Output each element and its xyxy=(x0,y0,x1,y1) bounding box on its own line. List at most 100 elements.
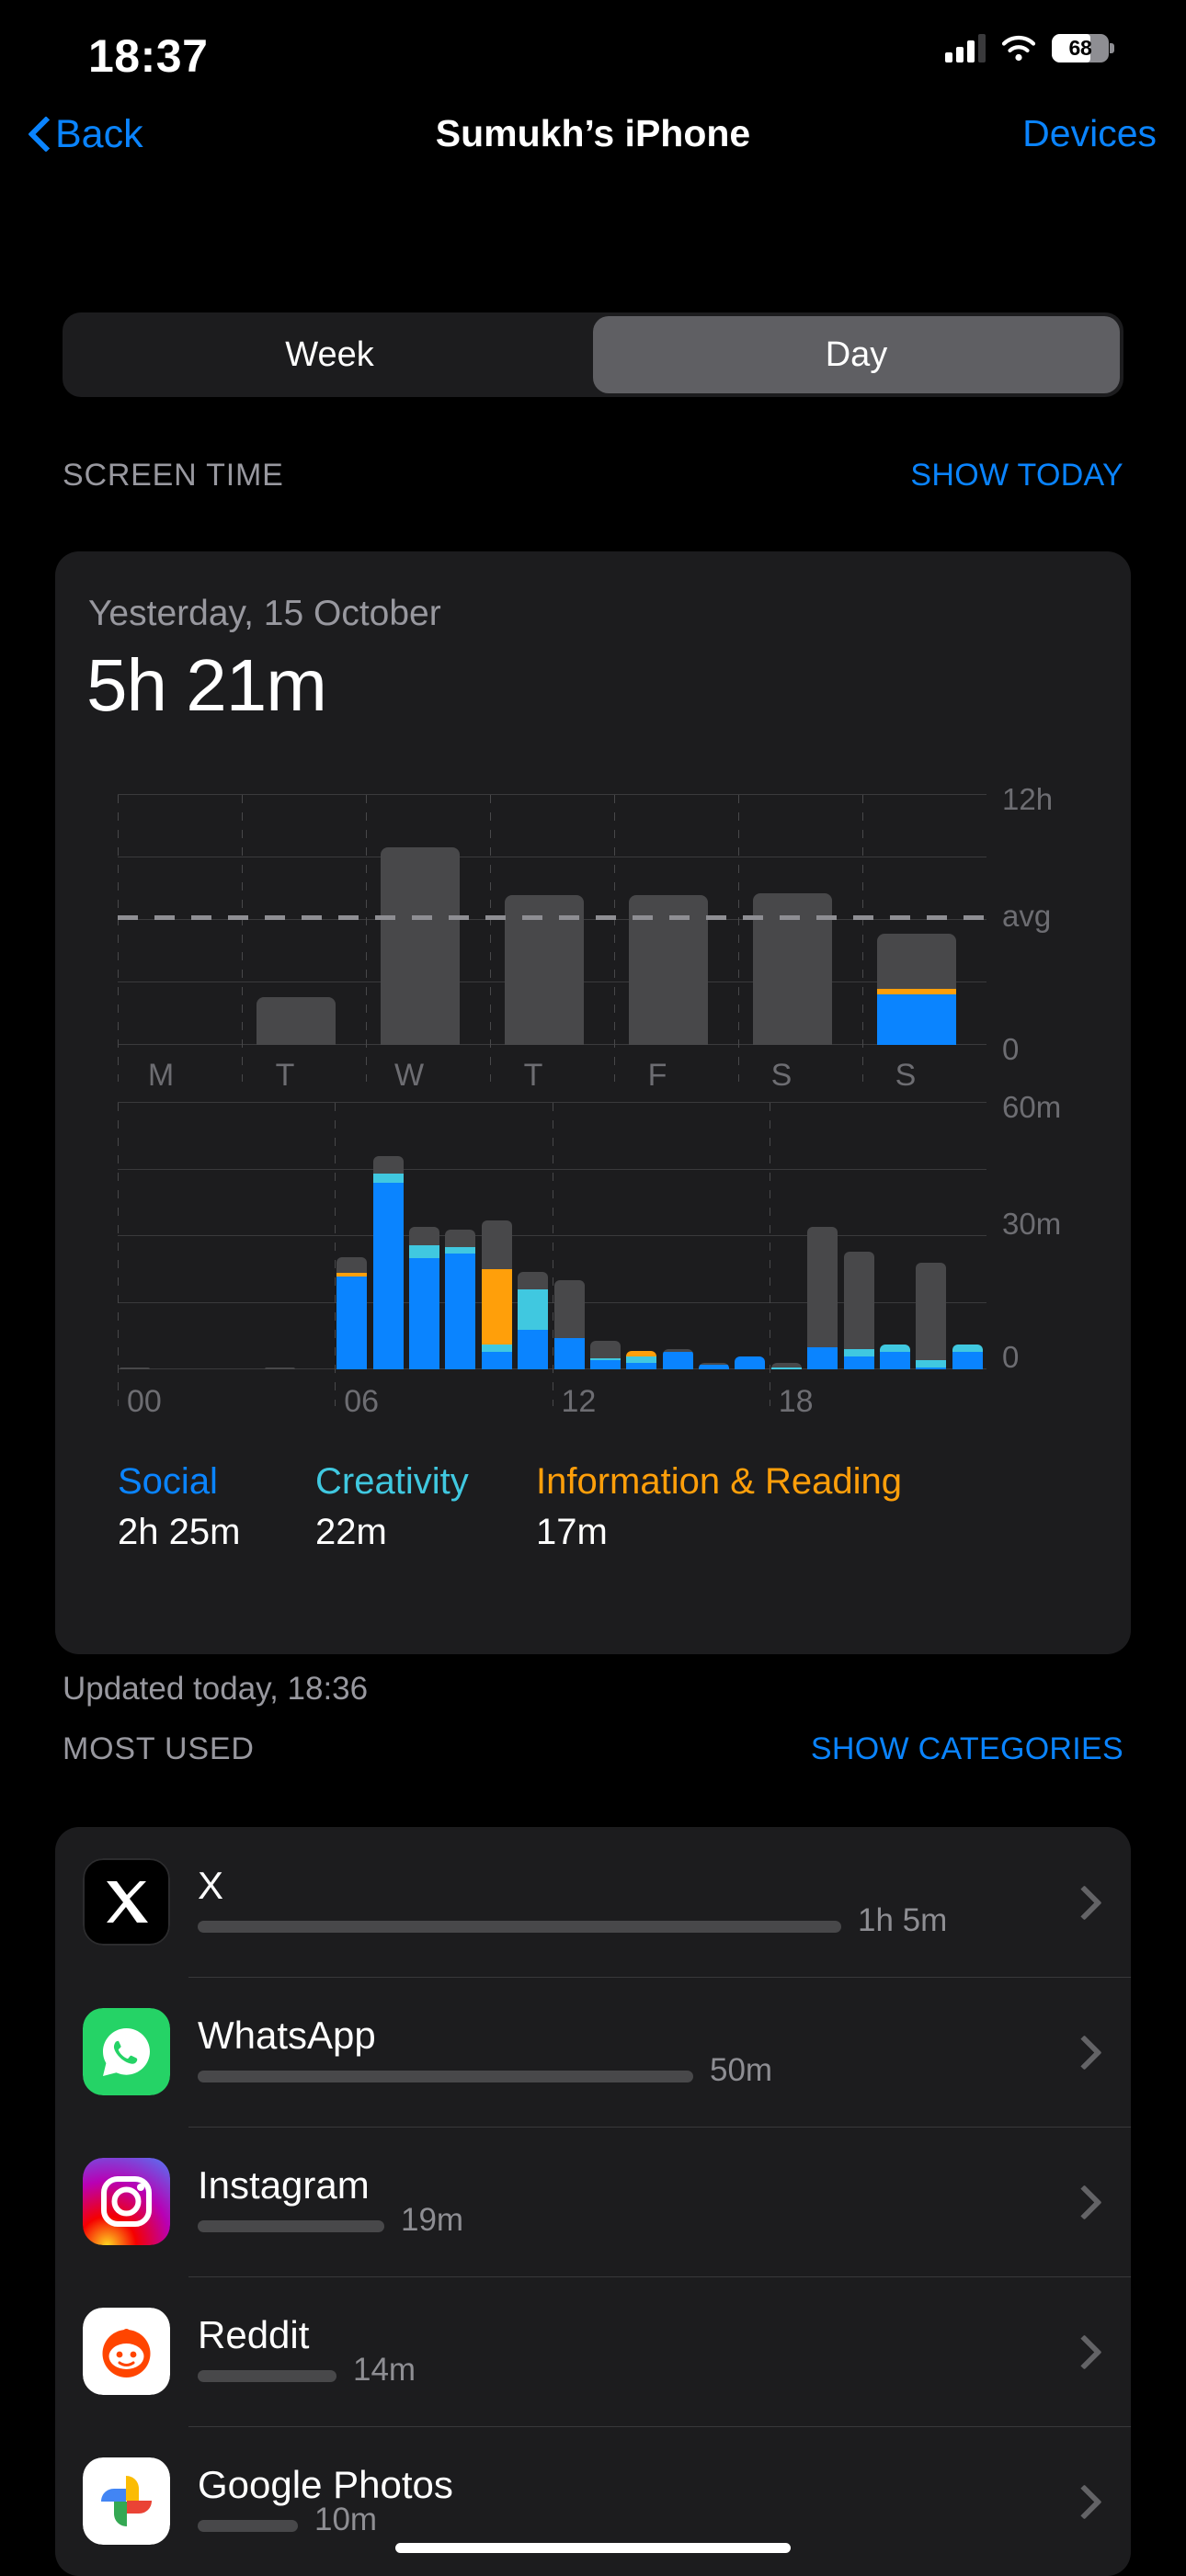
app-row-content: Google Photos10m xyxy=(198,2457,1072,2545)
hourly-bar-segment xyxy=(807,1227,838,1347)
weekly-gridline xyxy=(118,794,986,795)
hourly-bar[interactable] xyxy=(952,1345,983,1369)
hourly-bar-segment xyxy=(373,1183,404,1369)
hourly-bar[interactable] xyxy=(120,1367,150,1369)
weekly-bar-segment xyxy=(877,994,956,1045)
hourly-chart[interactable]: 00061218 60m 30m 0 xyxy=(63,1103,1123,1406)
legend-item-creativity[interactable]: Creativity 22m xyxy=(315,1461,536,1553)
hourly-bar-segment xyxy=(373,1156,404,1174)
app-name: WhatsApp xyxy=(198,2014,376,2058)
hourly-bar[interactable] xyxy=(373,1156,404,1369)
hourly-bar-segment xyxy=(336,1277,367,1370)
most-used-section-header: MOST USED SHOW CATEGORIES xyxy=(63,1731,1123,1767)
app-duration: 50m xyxy=(710,2052,772,2089)
weekly-bar[interactable] xyxy=(381,847,460,1045)
weekly-x-label: W xyxy=(370,1058,449,1094)
hourly-bar[interactable] xyxy=(626,1351,656,1369)
hourly-tick-line xyxy=(118,1103,119,1406)
app-usage-bar xyxy=(198,1921,841,1933)
tab-day[interactable]: Day xyxy=(593,316,1120,393)
hourly-bar-segment xyxy=(336,1257,367,1273)
row-divider xyxy=(188,2426,1131,2427)
hourly-bar-segment xyxy=(482,1269,512,1345)
tab-week[interactable]: Week xyxy=(66,316,593,393)
show-today-button[interactable]: SHOW TODAY xyxy=(910,458,1123,494)
hourly-bar-segment xyxy=(844,1252,874,1349)
chevron-right-icon[interactable] xyxy=(1072,2185,1090,2219)
weekly-x-label: M xyxy=(121,1058,200,1094)
weekly-average-line xyxy=(118,915,986,920)
weekly-bar[interactable] xyxy=(877,934,956,1045)
hourly-bar[interactable] xyxy=(771,1363,802,1369)
hourly-bar[interactable] xyxy=(880,1345,910,1369)
hourly-bar-segment xyxy=(409,1227,439,1244)
chevron-right-icon[interactable] xyxy=(1072,2335,1090,2368)
hourly-bar[interactable] xyxy=(916,1263,946,1369)
hourly-bar-segment xyxy=(120,1367,150,1369)
hourly-bar-segment xyxy=(590,1360,621,1369)
weekly-bar-segment xyxy=(257,997,336,1045)
hourly-bar-segment xyxy=(554,1338,585,1369)
app-usage-bar xyxy=(198,2071,693,2082)
hourly-bar[interactable] xyxy=(699,1363,729,1369)
hourly-bar[interactable] xyxy=(265,1367,295,1369)
legend-item-information-reading[interactable]: Information & Reading 17m xyxy=(536,1461,902,1553)
hourly-bar-segment xyxy=(590,1341,621,1358)
hourly-bar[interactable] xyxy=(518,1272,548,1369)
weekly-chart[interactable]: MTWTFSS 12h avg 0 xyxy=(63,795,1123,1071)
hourly-tick-line xyxy=(335,1103,336,1406)
weekly-tick-line xyxy=(490,795,491,1082)
chevron-right-icon[interactable] xyxy=(1072,2036,1090,2069)
weekly-tick-line xyxy=(242,795,243,1082)
most-used-label: MOST USED xyxy=(63,1731,255,1767)
legend-item-social[interactable]: Social 2h 25m xyxy=(118,1461,315,1553)
weekly-tick-line xyxy=(614,795,615,1082)
summary-total: 5h 21m xyxy=(86,643,326,728)
screen-time-card[interactable]: Yesterday, 15 October 5h 21m MTWTFSS 12h… xyxy=(55,551,1131,1654)
hourly-bar-segment xyxy=(952,1352,983,1369)
hourly-bar[interactable] xyxy=(735,1356,765,1370)
period-segmented-control[interactable]: Week Day xyxy=(63,312,1123,397)
app-list-row[interactable]: Google Photos10m xyxy=(55,2426,1131,2576)
app-row-content: Reddit 14m xyxy=(198,2308,1072,2395)
hourly-bar-segment xyxy=(445,1254,475,1369)
hourly-bar[interactable] xyxy=(844,1252,874,1369)
hourly-bar[interactable] xyxy=(336,1257,367,1369)
hourly-bar[interactable] xyxy=(445,1230,475,1369)
weekly-tick-line xyxy=(118,795,119,1082)
app-row-content: WhatsApp 50m xyxy=(198,2008,1072,2095)
app-name: Reddit xyxy=(198,2313,309,2357)
battery-icon: 68 xyxy=(1052,34,1109,62)
app-usage-bar xyxy=(198,2520,298,2532)
app-list-row[interactable]: X1h 5m xyxy=(55,1827,1131,1977)
app-duration: 14m xyxy=(353,2352,416,2389)
weekly-x-label: T xyxy=(494,1058,573,1094)
screen-time-label: SCREEN TIME xyxy=(63,458,284,494)
weekly-bar[interactable] xyxy=(257,997,336,1045)
hourly-bar-segment xyxy=(663,1352,693,1369)
hourly-bar[interactable] xyxy=(409,1227,439,1369)
show-categories-button[interactable]: SHOW CATEGORIES xyxy=(811,1731,1123,1767)
hourly-bar-segment xyxy=(916,1367,946,1369)
hourly-bar[interactable] xyxy=(663,1349,693,1369)
hourly-bar-segment xyxy=(518,1272,548,1289)
devices-button[interactable]: Devices xyxy=(1022,112,1157,155)
app-list-row[interactable]: Reddit 14m xyxy=(55,2276,1131,2426)
app-list-row[interactable]: Instagram19m xyxy=(55,2127,1131,2276)
hourly-bar[interactable] xyxy=(554,1280,585,1369)
hourly-bar-segment xyxy=(880,1345,910,1351)
battery-percent-label: 68 xyxy=(1052,34,1109,62)
category-legend: Social 2h 25m Creativity 22m Information… xyxy=(118,1461,1129,1553)
chevron-right-icon[interactable] xyxy=(1072,2485,1090,2518)
hourly-bar-segment xyxy=(518,1289,548,1330)
hourly-bar[interactable] xyxy=(807,1227,838,1369)
hourly-bar[interactable] xyxy=(482,1220,512,1369)
hourly-bar[interactable] xyxy=(590,1341,621,1369)
legend-label: Creativity xyxy=(315,1461,536,1503)
most-used-app-list[interactable]: X1h 5m WhatsApp 50m Instagram19m Reddit 14m Go… xyxy=(55,1827,1131,2576)
app-row-content: Instagram19m xyxy=(198,2158,1072,2245)
app-list-row[interactable]: WhatsApp 50m xyxy=(55,1977,1131,2127)
hourly-axis-top-label: 60m xyxy=(1002,1090,1061,1125)
hourly-axis-mid-label: 30m xyxy=(1002,1207,1061,1242)
chevron-right-icon[interactable] xyxy=(1072,1886,1090,1919)
